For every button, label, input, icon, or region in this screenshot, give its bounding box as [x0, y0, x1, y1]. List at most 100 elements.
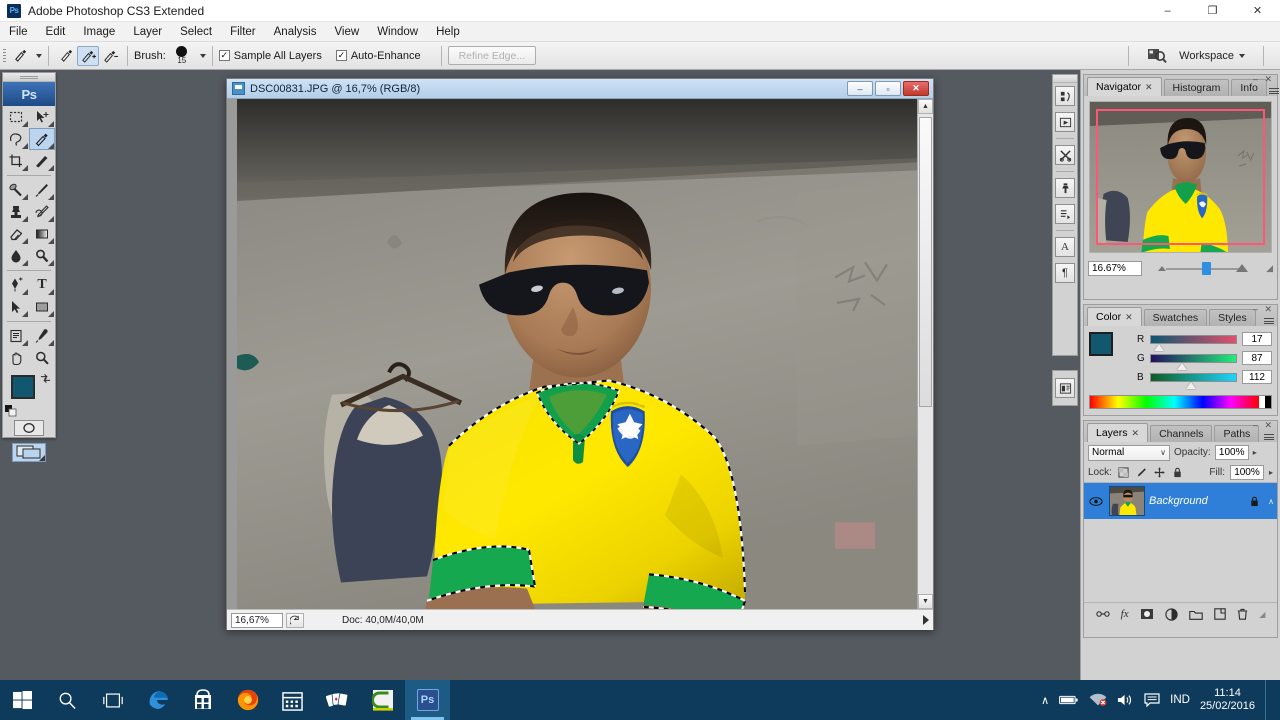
color-tab-color[interactable]: Color ✕: [1087, 307, 1142, 326]
scroll-up-arrow-icon[interactable]: ▲: [918, 99, 933, 114]
new-adjustment-layer-icon[interactable]: [1165, 607, 1178, 621]
add-to-selection-button[interactable]: [77, 45, 99, 66]
quick-mask-mode-button[interactable]: [3, 417, 55, 439]
tool-move[interactable]: [29, 106, 55, 128]
r-slider-track[interactable]: [1150, 334, 1237, 351]
document-restore-button[interactable]: ▫: [875, 81, 901, 96]
lock-transparent-pixels-icon[interactable]: [1117, 466, 1130, 479]
g-slider-track[interactable]: [1150, 353, 1237, 370]
status-proof-icon[interactable]: [286, 612, 304, 628]
zoom-out-icon[interactable]: [1158, 265, 1166, 271]
link-layers-icon[interactable]: [1095, 609, 1110, 619]
navigator-tab-navigator[interactable]: Navigator ✕: [1087, 77, 1162, 96]
tool-pen[interactable]: [3, 274, 29, 296]
b-slider-track[interactable]: [1150, 372, 1237, 389]
tool-hand[interactable]: [3, 347, 29, 369]
b-slider-knob[interactable]: [1185, 381, 1196, 389]
navigator-zoom-slider[interactable]: [1148, 261, 1260, 275]
new-selection-button[interactable]: [55, 46, 77, 66]
tool-rectangle[interactable]: [29, 296, 55, 318]
battery-icon[interactable]: [1059, 694, 1079, 706]
zoom-slider-knob[interactable]: [1201, 261, 1211, 275]
canvas-vertical-scrollbar[interactable]: ▲ ▼: [917, 99, 933, 609]
quick-selection-tool-icon[interactable]: [9, 46, 31, 66]
menu-window[interactable]: Window: [368, 22, 427, 42]
app-icon[interactable]: [360, 680, 405, 720]
options-bar-grip[interactable]: [0, 42, 9, 70]
lock-all-icon[interactable]: [1171, 466, 1184, 479]
color-spectrum-ramp[interactable]: [1089, 395, 1272, 409]
opacity-value[interactable]: 100%: [1214, 445, 1249, 460]
tool-healing-brush[interactable]: [3, 179, 29, 201]
tool-marquee[interactable]: [3, 106, 29, 128]
screen-mode-button[interactable]: [3, 439, 55, 465]
lock-image-pixels-icon[interactable]: [1135, 466, 1148, 479]
tool-lasso[interactable]: [3, 128, 29, 150]
status-zoom-field[interactable]: 16,67%: [231, 612, 283, 628]
dock-brushes-icon[interactable]: [1053, 83, 1077, 109]
new-layer-icon[interactable]: [1214, 608, 1226, 620]
brush-preview[interactable]: 15: [170, 46, 194, 65]
tool-eraser[interactable]: [3, 223, 29, 245]
dock-grip[interactable]: [1053, 75, 1077, 83]
lock-position-icon[interactable]: [1153, 466, 1166, 479]
menu-analysis[interactable]: Analysis: [265, 22, 326, 42]
channel-value-b[interactable]: 112: [1242, 370, 1272, 384]
tool-quick-selection[interactable]: [29, 128, 55, 150]
tool-dodge[interactable]: [29, 245, 55, 267]
blend-mode-select[interactable]: Normal ∨: [1088, 444, 1170, 461]
scroll-down-arrow-icon[interactable]: ▼: [918, 594, 933, 609]
navigator-resize-grip[interactable]: ◢: [1266, 263, 1273, 274]
opacity-stepper-icon[interactable]: ▸: [1253, 448, 1257, 457]
tab-close-icon[interactable]: ✕: [1145, 82, 1153, 93]
dock-layer-comps-icon[interactable]: [1053, 371, 1077, 405]
image-canvas[interactable]: [237, 99, 917, 609]
menu-file[interactable]: File: [0, 22, 37, 42]
color-foreground-swatch[interactable]: [1089, 332, 1113, 356]
menu-layer[interactable]: Layer: [124, 22, 171, 42]
brush-picker-chevron-icon[interactable]: [199, 53, 206, 58]
search-icon[interactable]: [45, 680, 90, 720]
hue-ramp[interactable]: [1090, 396, 1259, 408]
sample-all-layers-checkbox[interactable]: ✓ Sample All Layers: [218, 50, 326, 62]
document-close-button[interactable]: ✕: [903, 81, 929, 96]
g-slider-knob[interactable]: [1176, 362, 1187, 370]
add-layer-style-icon[interactable]: fx: [1121, 608, 1129, 620]
dock-animation-icon[interactable]: [1053, 109, 1077, 135]
document-title-bar[interactable]: DSC00831.JPG @ 16,7% (RGB/8) – ▫ ✕: [227, 79, 933, 99]
window-minimize-button[interactable]: –: [1145, 0, 1190, 22]
layers-resize-grip[interactable]: ◢: [1259, 610, 1265, 619]
bridge-icon[interactable]: [1147, 47, 1167, 64]
navigator-view-box[interactable]: [1096, 109, 1265, 245]
menu-edit[interactable]: Edit: [37, 22, 75, 42]
tool-path-selection[interactable]: [3, 296, 29, 318]
layers-panel-menu-icon[interactable]: [1264, 434, 1274, 440]
show-desktop-button[interactable]: [1265, 680, 1272, 720]
layers-scroll-up-icon[interactable]: ∧: [1268, 497, 1274, 506]
navigator-tab-histogram[interactable]: Histogram: [1163, 79, 1230, 96]
add-layer-mask-icon[interactable]: [1140, 608, 1154, 620]
workspace-button[interactable]: Workspace: [1179, 50, 1245, 62]
dock-paragraph-icon[interactable]: ¶: [1053, 260, 1077, 286]
refine-edge-button[interactable]: Refine Edge...: [447, 46, 537, 65]
fill-stepper-icon[interactable]: ▸: [1269, 468, 1273, 477]
layers-tab-channels[interactable]: Channels: [1150, 425, 1213, 442]
store-icon[interactable]: [180, 680, 225, 720]
volume-icon[interactable]: [1117, 693, 1134, 707]
color-panel-minimize[interactable]: – ✕: [1253, 304, 1274, 315]
navigator-panel-minimize[interactable]: – ✕: [1253, 74, 1274, 85]
color-tab-swatches[interactable]: Swatches: [1143, 309, 1208, 326]
subtract-from-selection-button[interactable]: [99, 46, 121, 66]
color-tab-styles[interactable]: Styles: [1209, 309, 1256, 326]
dock-actions-icon[interactable]: [1053, 201, 1077, 227]
tab-close-icon[interactable]: ✕: [1132, 428, 1140, 439]
swap-colors-icon[interactable]: [40, 373, 51, 384]
layer-row-background[interactable]: Background ∧: [1084, 483, 1277, 519]
edge-icon[interactable]: [135, 680, 180, 720]
layer-name[interactable]: Background: [1149, 495, 1245, 507]
window-maximize-button[interactable]: ❐: [1190, 0, 1235, 22]
tool-slice[interactable]: [29, 150, 55, 172]
auto-enhance-checkbox[interactable]: ✓ Auto-Enhance: [335, 50, 425, 62]
dock-tool-presets-icon[interactable]: [1053, 142, 1077, 168]
tool-brush[interactable]: [29, 179, 55, 201]
